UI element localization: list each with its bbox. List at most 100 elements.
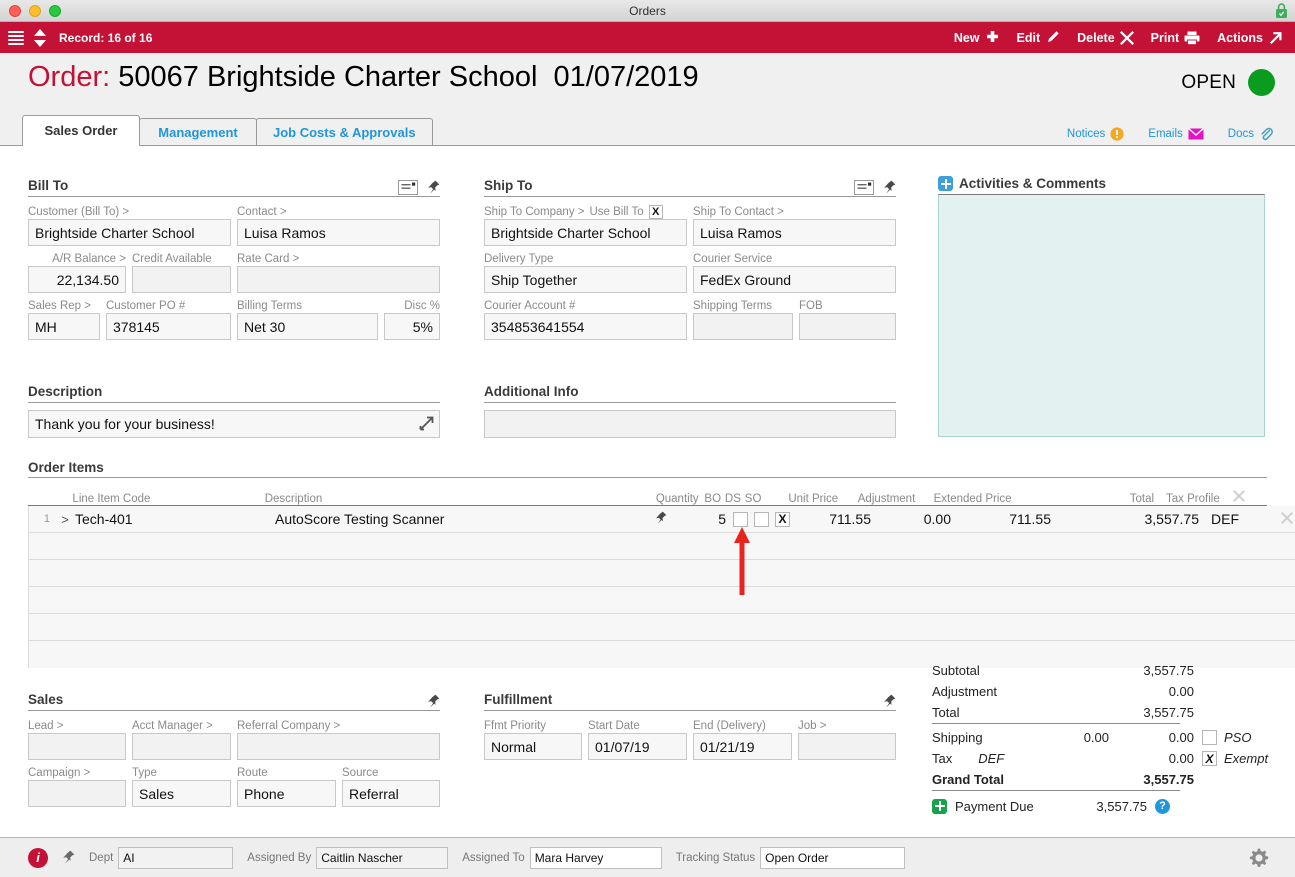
rate-card-input[interactable] bbox=[237, 266, 440, 293]
ar-balance-label: A/R Balance > bbox=[52, 253, 126, 265]
assigned-by-input[interactable]: Caitlin Nascher bbox=[316, 846, 449, 869]
pin-icon[interactable] bbox=[426, 694, 440, 709]
record-navigation-icon[interactable] bbox=[33, 28, 47, 47]
billing-terms-input[interactable]: Net 30 bbox=[237, 313, 378, 340]
sales-rep-input[interactable]: MH bbox=[28, 313, 100, 340]
actions-button[interactable]: Actions bbox=[1217, 30, 1283, 45]
start-date-input[interactable]: 01/07/19 bbox=[588, 733, 687, 760]
payment-due-value: 3,557.75 bbox=[1096, 798, 1147, 814]
col-delete bbox=[1228, 490, 1251, 505]
new-button[interactable]: New bbox=[954, 30, 1000, 45]
note-icon[interactable] bbox=[854, 179, 874, 195]
help-icon[interactable]: ? bbox=[1155, 798, 1170, 814]
tab-job-costs-approvals[interactable]: Job Costs & Approvals bbox=[256, 118, 433, 145]
sales-section: Sales Lead > Acct Manager > Referral Com… bbox=[28, 692, 440, 807]
gear-icon[interactable] bbox=[1249, 848, 1269, 868]
lead-input[interactable] bbox=[28, 733, 126, 760]
pin-icon[interactable] bbox=[61, 850, 75, 865]
assigned-to-input[interactable]: Mara Harvey bbox=[529, 846, 662, 869]
add-activity-icon[interactable] bbox=[938, 176, 953, 191]
row-expand-toggle[interactable]: > bbox=[55, 512, 75, 527]
activities-list[interactable] bbox=[938, 194, 1265, 437]
note-icon[interactable] bbox=[398, 179, 418, 195]
delivery-type-input[interactable]: Ship Together bbox=[484, 266, 687, 293]
source-input[interactable]: Referral bbox=[342, 780, 440, 807]
grand-total-value: 3,557.75 bbox=[1143, 772, 1194, 787]
payment-due-line: Payment Due 3,557.75 ? bbox=[932, 794, 1272, 818]
additional-info-input[interactable] bbox=[484, 410, 896, 438]
table-row[interactable] bbox=[29, 533, 1295, 560]
job-input[interactable] bbox=[798, 733, 896, 760]
ship-company-input[interactable]: Brightside Charter School bbox=[484, 219, 687, 246]
route-input[interactable]: Phone bbox=[237, 780, 336, 807]
priority-input[interactable]: Normal bbox=[484, 733, 582, 760]
shipping-line: Shipping 0.00 0.00 PSO bbox=[932, 727, 1272, 748]
pin-icon[interactable] bbox=[882, 180, 896, 195]
fob-input[interactable] bbox=[799, 313, 896, 340]
edit-button[interactable]: Edit bbox=[1017, 30, 1061, 45]
ship-contact-input[interactable]: Luisa Ramos bbox=[693, 219, 896, 246]
row-unit-price[interactable]: 711.55 bbox=[793, 511, 875, 527]
row-bo-checkbox[interactable] bbox=[733, 511, 748, 527]
pin-icon[interactable] bbox=[654, 511, 667, 525]
grand-total-label: Grand Total bbox=[932, 772, 1004, 787]
row-line-item-code[interactable]: Tech-401 bbox=[75, 511, 275, 527]
row-quantity[interactable]: 5 bbox=[675, 511, 730, 527]
order-items-header-row: Line Item Code Description Quantity BO D… bbox=[28, 486, 1267, 506]
tab-management-label: Management bbox=[158, 124, 238, 140]
row-ds-checkbox[interactable] bbox=[754, 511, 769, 527]
table-row[interactable]: 1 > Tech-401 AutoScore Testing Scanner 5 bbox=[29, 506, 1295, 533]
delete-button[interactable]: Delete bbox=[1077, 30, 1134, 45]
courier-account-input[interactable]: 354853641554 bbox=[484, 313, 687, 340]
table-row[interactable] bbox=[29, 614, 1295, 641]
courier-service-input[interactable]: FedEx Ground bbox=[693, 266, 896, 293]
courier-service-group: Courier Service FedEx Ground bbox=[693, 252, 896, 293]
notices-link[interactable]: Notices bbox=[1067, 127, 1124, 141]
tracking-status-input[interactable]: Open Order bbox=[760, 846, 906, 869]
info-icon[interactable]: i bbox=[28, 847, 48, 868]
customer-input[interactable]: Brightside Charter School bbox=[28, 219, 231, 246]
description-input[interactable]: Thank you for your business! bbox=[28, 410, 440, 438]
pin-icon[interactable] bbox=[426, 180, 440, 195]
table-row[interactable] bbox=[29, 587, 1295, 614]
pin-icon[interactable] bbox=[882, 694, 896, 709]
referral-company-input[interactable] bbox=[237, 733, 440, 760]
disc-input[interactable]: 5% bbox=[384, 313, 440, 340]
row-description[interactable]: AutoScore Testing Scanner bbox=[275, 511, 575, 527]
ship-to-row-2: Delivery Type Ship Together Courier Serv… bbox=[484, 252, 896, 293]
customer-po-input[interactable]: 378145 bbox=[106, 313, 231, 340]
exempt-checkbox[interactable]: X bbox=[1202, 751, 1217, 766]
ship-to-row-1: Ship To Company > Use Bill To X Brightsi… bbox=[484, 205, 896, 246]
tab-sales-order-label: Sales Order bbox=[44, 123, 118, 138]
tab-management[interactable]: Management bbox=[139, 118, 257, 145]
shipping-mid-value[interactable]: 0.00 bbox=[1037, 730, 1109, 745]
type-input[interactable]: Sales bbox=[132, 780, 231, 807]
add-payment-icon[interactable] bbox=[932, 798, 947, 814]
use-bill-to-checkbox[interactable]: X bbox=[648, 205, 663, 219]
assigned-by-label: Assigned By bbox=[247, 851, 312, 864]
end-date-input[interactable]: 01/21/19 bbox=[693, 733, 792, 760]
acct-manager-input[interactable] bbox=[132, 733, 231, 760]
pso-checkbox[interactable] bbox=[1202, 730, 1217, 745]
expand-icon[interactable] bbox=[419, 416, 434, 431]
grand-total-line: Grand Total 3,557.75 bbox=[932, 769, 1272, 790]
contact-input[interactable]: Luisa Ramos bbox=[237, 219, 440, 246]
row-adjustment[interactable]: 0.00 bbox=[875, 511, 955, 527]
ship-to-section: Ship To Ship To Company > Use Bill To X … bbox=[484, 178, 896, 340]
tab-sales-order[interactable]: Sales Order bbox=[22, 115, 140, 146]
row-pin-cell[interactable] bbox=[575, 511, 675, 528]
table-row[interactable] bbox=[29, 560, 1295, 587]
emails-link[interactable]: Emails bbox=[1148, 128, 1204, 140]
order-items-rows: 1 > Tech-401 AutoScore Testing Scanner 5 bbox=[28, 506, 1295, 668]
dept-input[interactable]: AI bbox=[118, 846, 234, 869]
end-date-group: End (Delivery) 01/21/19 bbox=[693, 719, 792, 760]
campaign-input[interactable] bbox=[28, 780, 126, 807]
print-button[interactable]: Print bbox=[1151, 31, 1200, 45]
row-so-checkbox[interactable]: X bbox=[775, 511, 790, 527]
row-delete-button[interactable] bbox=[1275, 511, 1295, 527]
menu-icon[interactable] bbox=[8, 30, 24, 45]
docs-link[interactable]: Docs bbox=[1228, 127, 1273, 141]
billing-terms-group: Billing Terms Net 30 bbox=[237, 299, 378, 340]
row-tax-profile[interactable]: DEF bbox=[1205, 511, 1275, 527]
shipping-terms-input[interactable] bbox=[693, 313, 793, 340]
